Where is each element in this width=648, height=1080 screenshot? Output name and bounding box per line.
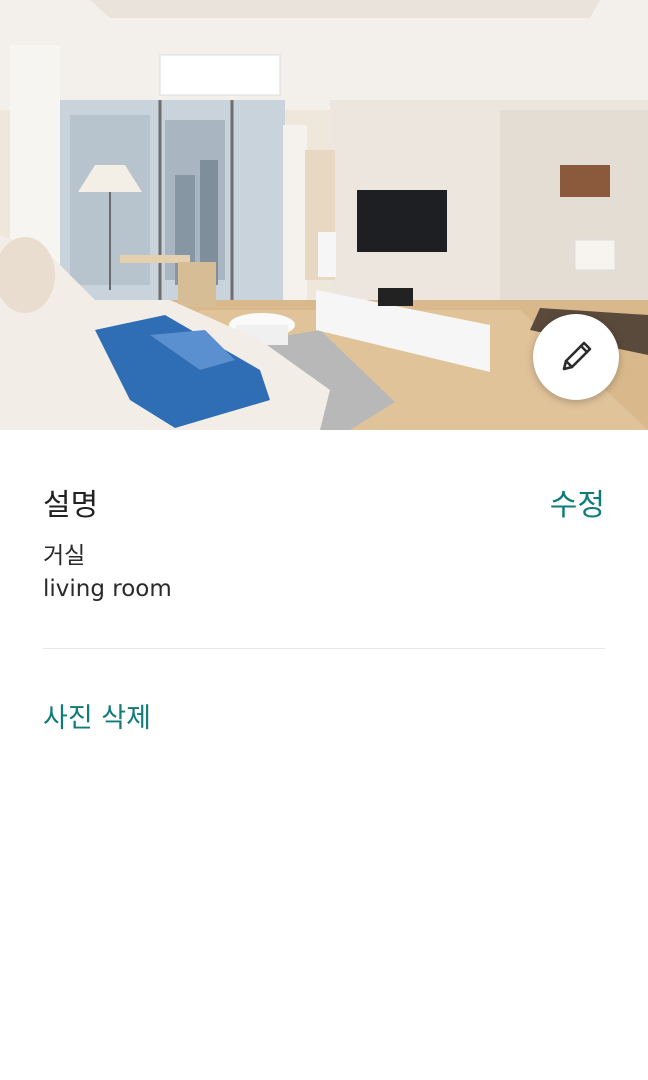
photo-details: 설명 수정 거실 living room 사진 삭제 <box>43 430 605 735</box>
description-text: 거실 living room <box>43 540 605 606</box>
edit-photo-button[interactable] <box>533 314 619 400</box>
divider <box>43 648 605 649</box>
description-line-english: living room <box>43 576 172 602</box>
room-photo <box>0 0 648 430</box>
delete-photo-button[interactable]: 사진 삭제 <box>43 696 151 735</box>
description-line-korean: 거실 <box>43 543 86 569</box>
description-header: 설명 수정 <box>43 480 605 524</box>
description-title: 설명 <box>43 488 99 523</box>
edit-description-button[interactable]: 수정 <box>550 480 605 524</box>
pencil-icon <box>562 341 592 371</box>
